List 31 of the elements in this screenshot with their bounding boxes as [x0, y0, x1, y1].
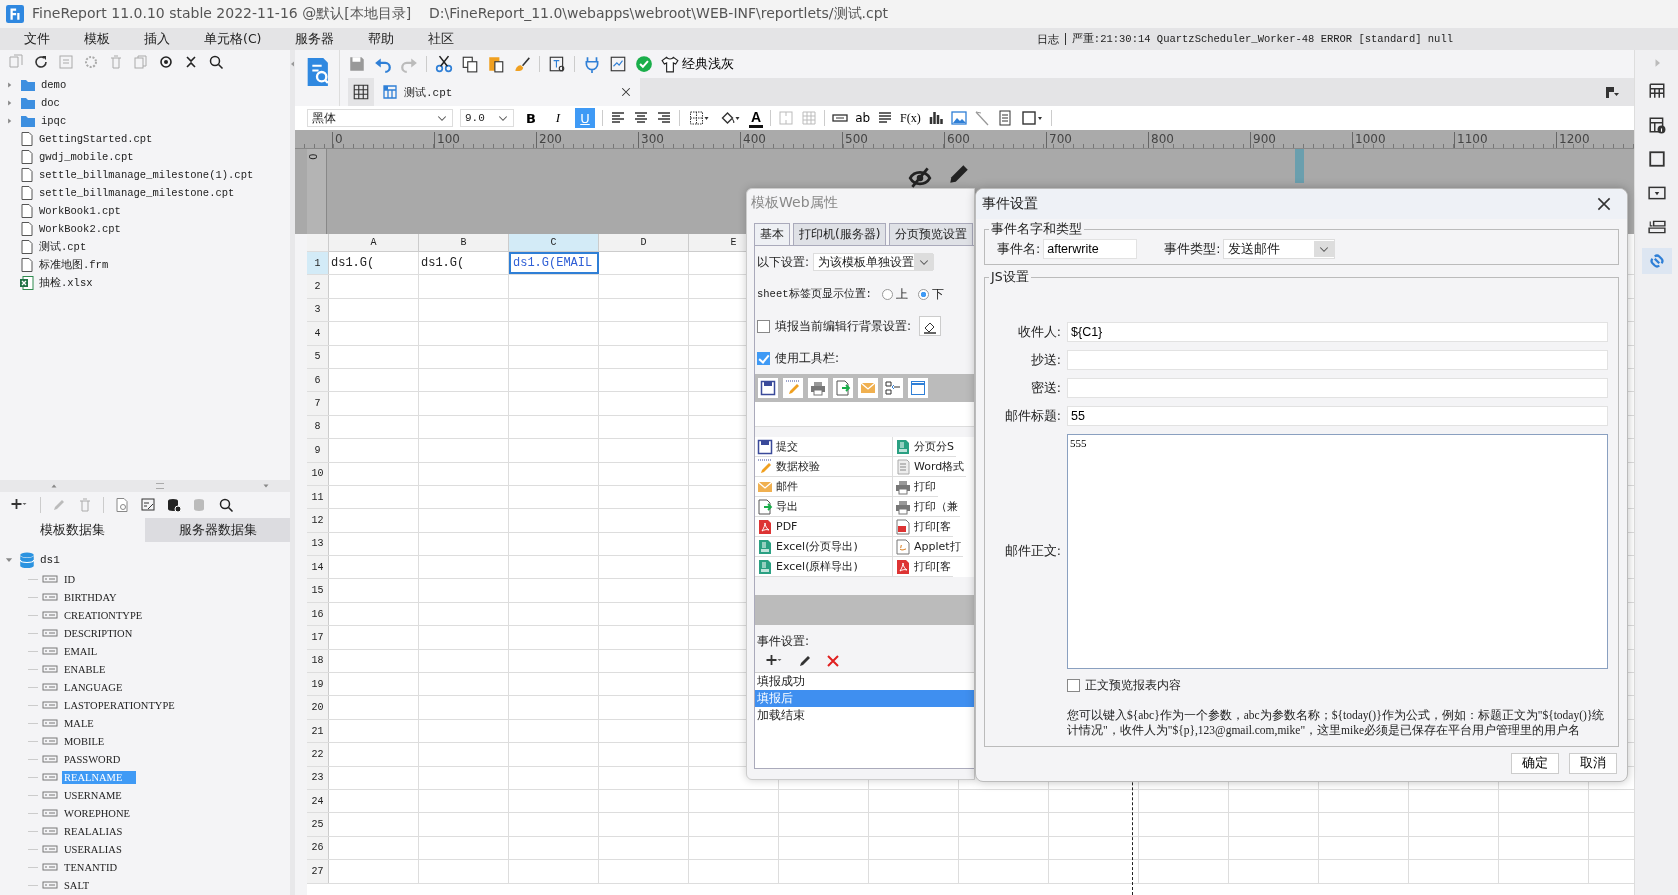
ruler-label: 600 — [944, 132, 1046, 148]
ruler-label: 1100 — [1454, 132, 1556, 148]
field-label: 以下设置: — [757, 253, 810, 271]
field-label: 邮件标题: — [1003, 407, 1061, 425]
field-label: 事件名: — [997, 240, 1041, 258]
ruler-label: 800 — [1148, 132, 1250, 148]
ruler-label: 100 — [434, 132, 536, 148]
field-label: sheet标签页显示位置: — [757, 287, 872, 301]
group-title: 事件名字和类型 — [989, 221, 1084, 238]
ruler-label: 200 — [536, 132, 638, 148]
ruler-label: 0 — [332, 132, 434, 148]
ruler-label: 900 — [1250, 132, 1352, 148]
ruler-label: 300 — [638, 132, 740, 148]
ruler-label: 1000 — [1352, 132, 1454, 148]
field-label: 收件人: — [1016, 323, 1061, 341]
file-path: D:\FineReport_11.0\webapps\webroot\WEB-INF\reportlets/测试.cpt — [429, 5, 889, 23]
window-title: FineReport 11.0.10 stable 2022-11-16 @默认[本地目录] — [32, 5, 412, 23]
field-label: 密送: — [1029, 379, 1061, 397]
field-label: 事件类型: — [1164, 240, 1221, 258]
ruler-label: 400 — [740, 132, 842, 148]
dialog-title: 事件设置 — [982, 195, 1038, 213]
ruler-label: 0 — [306, 153, 318, 162]
group-title: JS设置 — [989, 269, 1031, 286]
field-label: 抄送: — [1029, 351, 1061, 369]
hint-text: 您可以键入${abc}作为一个参数，abc为参数名称；${today()}作为公式，例如：标题正文为"${today()}统计情况"，收件人为"${p},123@gmail.com,mike"，这里mike必须是已保存在平台用户管理里的用户名 — [1067, 708, 1606, 738]
ruler-label: 500 — [842, 132, 944, 148]
dialog-title: 模板Web属性 — [750, 193, 839, 212]
section-label: 事件设置: — [756, 633, 811, 650]
log-message: 严重:21:30:14 QuartzScheduler_Worker-48 ERROR [standard] null — [1071, 32, 1453, 46]
field-label: 邮件正文: — [1003, 543, 1061, 560]
ruler-label: 700 — [1046, 132, 1148, 148]
